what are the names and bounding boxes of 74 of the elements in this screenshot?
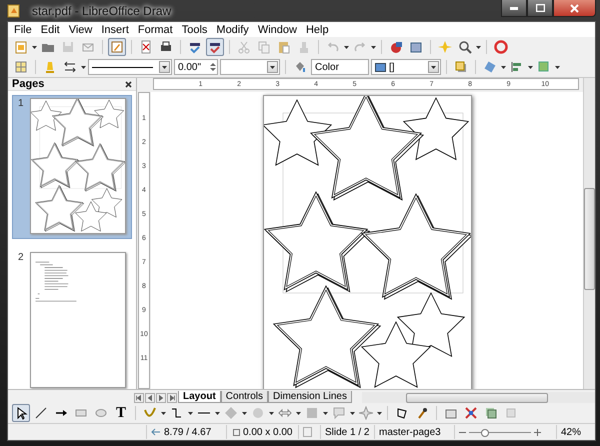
page-thumbnail[interactable]: 1 — [12, 95, 132, 239]
caret-icon[interactable] — [323, 412, 328, 414]
area-style-dropdown[interactable]: Color — [311, 59, 369, 75]
caret-icon[interactable] — [344, 46, 349, 48]
zoom-in-icon[interactable] — [534, 428, 541, 436]
caret-icon[interactable] — [377, 412, 382, 414]
master-page-name: master-page3 — [374, 425, 454, 439]
menu-item[interactable]: Format — [134, 24, 177, 36]
document-icon — [303, 427, 312, 437]
caret-icon[interactable] — [555, 66, 560, 68]
line-width-spinner[interactable]: 0.00" — [174, 59, 218, 75]
menu-item[interactable]: Window — [254, 24, 301, 36]
line-color-dropdown[interactable] — [220, 59, 280, 75]
size-field: 0.00 x 0.00 — [226, 425, 298, 439]
caret-icon[interactable] — [161, 412, 166, 414]
app-icon — [7, 4, 21, 18]
close-icon — [570, 4, 579, 12]
position-icon — [151, 428, 161, 436]
pencil-icon[interactable] — [108, 38, 126, 56]
menu-item[interactable]: File — [10, 24, 36, 36]
layer-tab[interactable]: Layout — [178, 391, 221, 403]
menu-item[interactable]: View — [64, 24, 96, 36]
zoom-percentage: 42% — [556, 425, 590, 439]
spin-arrows-icon[interactable] — [209, 61, 217, 73]
tab-nav-button[interactable] — [145, 393, 155, 403]
panel-title: Pages — [12, 78, 44, 90]
horizontal-scrollbar[interactable] — [362, 392, 595, 403]
menu-item[interactable]: Edit — [36, 24, 64, 36]
line-style-preview-icon — [92, 66, 154, 68]
caret-icon[interactable] — [296, 412, 301, 414]
tab-nav-button[interactable] — [167, 393, 177, 403]
line-style-dropdown[interactable] — [88, 59, 172, 75]
caret-icon[interactable] — [269, 412, 274, 414]
area-fill-dropdown[interactable]: [] — [371, 59, 441, 75]
caret-icon[interactable] — [162, 66, 168, 68]
vertical-scrollbar[interactable] — [583, 78, 595, 389]
close-button[interactable] — [553, 0, 596, 17]
text-lines-drawing — [35, 262, 77, 302]
help-icon[interactable] — [492, 38, 510, 56]
zoom-out-icon[interactable] — [459, 430, 466, 434]
caret-icon[interactable] — [476, 46, 481, 48]
maximize-button[interactable] — [527, 0, 553, 17]
menu-item[interactable]: Modify — [212, 24, 253, 36]
caret-icon[interactable] — [371, 46, 376, 48]
menu-item[interactable]: Insert — [97, 24, 133, 36]
select-pointer-icon[interactable] — [12, 404, 30, 422]
caret-icon[interactable] — [188, 412, 193, 414]
caret-icon[interactable] — [350, 412, 355, 414]
caret-icon[interactable] — [242, 412, 247, 414]
caret-icon[interactable] — [431, 66, 436, 68]
caret-icon[interactable] — [270, 66, 275, 68]
caret-icon[interactable] — [528, 66, 533, 68]
tab-nav-button[interactable] — [134, 393, 144, 403]
layer-tab[interactable]: Dimension Lines — [268, 391, 352, 403]
menu-item[interactable]: Help — [302, 24, 333, 36]
window-title: star.pdf - LibreOffice Draw — [30, 4, 174, 18]
text-tool-button[interactable]: T — [112, 404, 130, 422]
star-icon[interactable] — [357, 404, 375, 422]
close-icon[interactable] — [125, 80, 132, 88]
layer-tab[interactable]: Controls — [220, 391, 268, 403]
caret-icon[interactable] — [81, 66, 86, 68]
caret-icon[interactable] — [215, 412, 220, 414]
minimize-icon — [510, 6, 518, 10]
maximize-icon — [536, 4, 544, 12]
size-icon — [231, 428, 240, 436]
caret-icon[interactable] — [32, 46, 37, 48]
tab-nav-button[interactable] — [156, 393, 166, 403]
color-swatch-icon — [375, 62, 386, 72]
position-field: 8.79 / 4.67 — [146, 425, 226, 439]
caret-icon[interactable] — [501, 66, 506, 68]
spellcheck-icon[interactable] — [206, 38, 224, 56]
minimize-button[interactable] — [501, 0, 527, 17]
menu-item[interactable]: Tools — [178, 24, 212, 36]
slide-indicator: Slide 1 / 2 — [320, 425, 374, 439]
